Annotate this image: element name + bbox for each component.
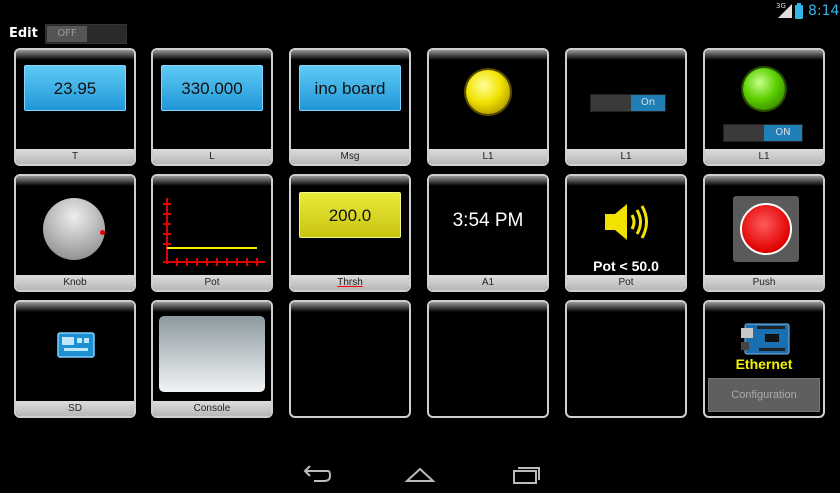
- tile-console-label: Console: [153, 401, 271, 416]
- t-value-display: 23.95: [24, 65, 126, 111]
- tile-empty-2[interactable]: [427, 300, 549, 418]
- knob-dial[interactable]: [43, 198, 105, 260]
- red-button-icon: [740, 203, 792, 255]
- tile-t-label: T: [16, 149, 134, 164]
- tile-a1-label: A1: [429, 275, 547, 290]
- tile-knob[interactable]: Knob: [14, 174, 136, 292]
- tile-console[interactable]: Console: [151, 300, 273, 418]
- navigation-bar: [0, 455, 840, 493]
- network-type: 3G: [776, 2, 786, 10]
- tile-ethernet[interactable]: Ethernet Configuration: [703, 300, 825, 418]
- tile-msg-label: Msg: [291, 149, 409, 164]
- l1-led-switch[interactable]: ON: [723, 124, 803, 142]
- home-icon[interactable]: [404, 463, 436, 485]
- tile-empty-1[interactable]: [289, 300, 411, 418]
- speaker-icon: [605, 204, 648, 240]
- yellow-led-icon: [466, 70, 510, 114]
- back-icon[interactable]: [300, 463, 332, 485]
- tile-pot-alarm-label: Pot: [567, 275, 685, 290]
- tile-pot-chart-label: Pot: [153, 275, 271, 290]
- tile-led-yellow[interactable]: L1: [427, 48, 549, 166]
- tile-led-yellow-label: L1: [429, 149, 547, 164]
- pot-chart-icon: [163, 198, 265, 266]
- tile-empty-3[interactable]: [565, 300, 687, 418]
- tile-push-label: Push: [705, 275, 823, 290]
- tile-thrsh[interactable]: 200.0 Thrsh: [289, 174, 411, 292]
- status-clock: 8:14: [808, 3, 840, 19]
- console-screen: [159, 316, 265, 392]
- tile-knob-label: Knob: [16, 275, 134, 290]
- push-button[interactable]: [733, 196, 799, 262]
- tile-l-label: L: [153, 149, 271, 164]
- tile-sd[interactable]: SD: [14, 300, 136, 418]
- edit-toggle-state: OFF: [47, 26, 87, 42]
- a1-time-display: 3:54 PM: [452, 210, 524, 231]
- tile-t[interactable]: 23.95 T: [14, 48, 136, 166]
- recent-apps-icon[interactable]: [510, 463, 542, 485]
- green-led-icon: [743, 68, 785, 110]
- configuration-button[interactable]: Configuration: [708, 378, 820, 412]
- tile-msg[interactable]: ino board Msg: [289, 48, 411, 166]
- tile-push[interactable]: Push: [703, 174, 825, 292]
- l-value-display: 330.000: [161, 65, 263, 111]
- sd-card-icon: [57, 332, 95, 358]
- tile-led-green[interactable]: ON L1: [703, 48, 825, 166]
- edit-label: Edit: [9, 26, 38, 41]
- arduino-board-icon: [741, 323, 790, 355]
- status-bar: 3G 8:14: [0, 0, 840, 24]
- tile-switch-l1[interactable]: On L1: [565, 48, 687, 166]
- l1-switch[interactable]: On: [590, 94, 666, 112]
- pot-alarm-text: Pot < 50.0: [593, 258, 659, 274]
- tile-pot-alarm[interactable]: Pot < 50.0 Pot: [565, 174, 687, 292]
- ethernet-label: Ethernet: [735, 356, 793, 372]
- tile-pot-chart[interactable]: Pot: [151, 174, 273, 292]
- thrsh-label-text: Thrsh: [337, 277, 363, 288]
- battery-icon: [795, 3, 803, 19]
- thrsh-value-display: 200.0: [299, 192, 401, 238]
- tile-a1[interactable]: 3:54 PM A1: [427, 174, 549, 292]
- knob-indicator: [100, 230, 105, 235]
- l1-led-switch-state: ON: [764, 125, 802, 141]
- l1-switch-state: On: [631, 95, 665, 111]
- tile-thrsh-label: Thrsh: [291, 275, 409, 290]
- msg-value-display: ino board: [299, 65, 401, 111]
- tile-switch-l1-label: L1: [567, 149, 685, 164]
- tile-led-green-label: L1: [705, 149, 823, 164]
- edit-toggle[interactable]: OFF: [45, 24, 127, 44]
- tile-l[interactable]: 330.000 L: [151, 48, 273, 166]
- tile-sd-label: SD: [16, 401, 134, 416]
